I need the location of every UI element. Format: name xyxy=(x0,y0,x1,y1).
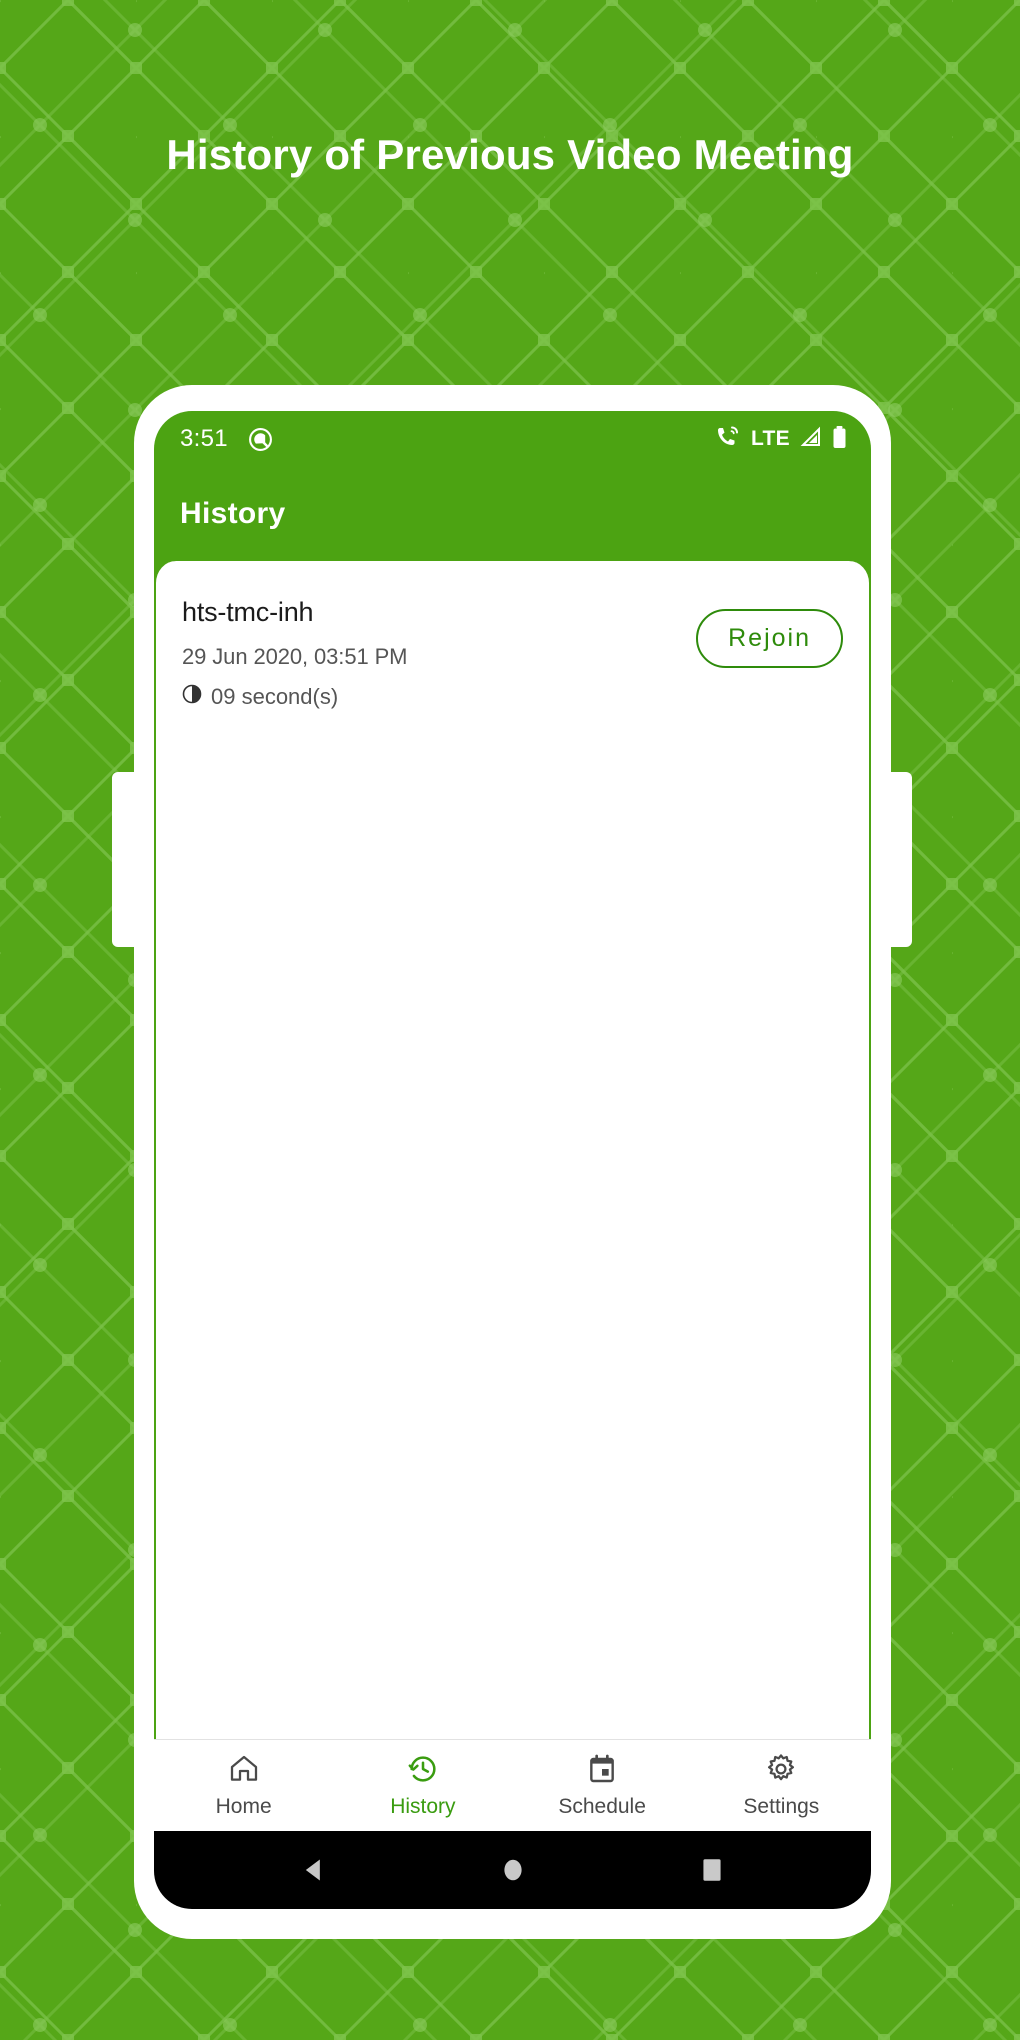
calendar-icon xyxy=(586,1753,618,1790)
gear-icon xyxy=(765,1753,797,1790)
phone-screen: 3:51 LTE History hts-tmc-inh 29 Jun 2020… xyxy=(154,411,871,1909)
nav-label-settings: Settings xyxy=(743,1794,820,1818)
back-triangle-icon[interactable] xyxy=(300,1856,328,1884)
status-time: 3:51 xyxy=(180,425,228,452)
call-forward-icon xyxy=(715,425,741,454)
battery-full-icon xyxy=(832,425,847,454)
phone-mockup: 3:51 LTE History hts-tmc-inh 29 Jun 2020… xyxy=(134,385,891,1939)
nav-label-history: History xyxy=(390,1794,456,1818)
nav-label-home: Home xyxy=(215,1794,272,1818)
nav-label-schedule: Schedule xyxy=(558,1794,646,1818)
meeting-info: hts-tmc-inh 29 Jun 2020, 03:51 PM 09 sec… xyxy=(182,595,408,710)
history-clock-icon xyxy=(407,1753,439,1790)
rejoin-button[interactable]: Rejoin xyxy=(696,609,843,668)
meeting-duration-label: 09 second(s) xyxy=(211,684,339,709)
home-circle-icon[interactable] xyxy=(500,1856,526,1884)
android-system-nav xyxy=(154,1831,871,1909)
list-item[interactable]: hts-tmc-inh 29 Jun 2020, 03:51 PM 09 sec… xyxy=(182,595,843,710)
home-icon xyxy=(228,1753,260,1790)
content-sheet: hts-tmc-inh 29 Jun 2020, 03:51 PM 09 sec… xyxy=(154,561,871,1739)
meeting-date: 29 Jun 2020, 03:51 PM xyxy=(182,644,408,669)
nav-item-settings[interactable]: Settings xyxy=(692,1753,871,1819)
clock-icon xyxy=(182,684,202,710)
android-q-icon xyxy=(248,427,273,452)
status-bar: 3:51 LTE xyxy=(154,411,871,467)
bottom-navigation: Home History Schedule Settings xyxy=(154,1739,871,1831)
meeting-title: hts-tmc-inh xyxy=(182,597,314,627)
meeting-duration: 09 second(s) xyxy=(182,684,407,710)
app-bar: History xyxy=(154,467,871,561)
meeting-history-list: hts-tmc-inh 29 Jun 2020, 03:51 PM 09 sec… xyxy=(156,561,869,710)
nav-item-home[interactable]: Home xyxy=(154,1753,333,1819)
app-bar-title: History xyxy=(180,497,286,530)
content-area: hts-tmc-inh 29 Jun 2020, 03:51 PM 09 sec… xyxy=(154,561,871,1739)
status-icons: LTE xyxy=(715,425,847,454)
nav-item-history[interactable]: History xyxy=(333,1753,512,1819)
page-root: History of Previous Video Meeting 3:51 L… xyxy=(0,0,1020,2040)
nav-item-schedule[interactable]: Schedule xyxy=(513,1753,692,1819)
recents-square-icon[interactable] xyxy=(699,1855,725,1885)
network-type-label: LTE xyxy=(750,427,790,450)
page-title: History of Previous Video Meeting xyxy=(166,131,854,178)
signal-bars-icon xyxy=(800,426,822,453)
